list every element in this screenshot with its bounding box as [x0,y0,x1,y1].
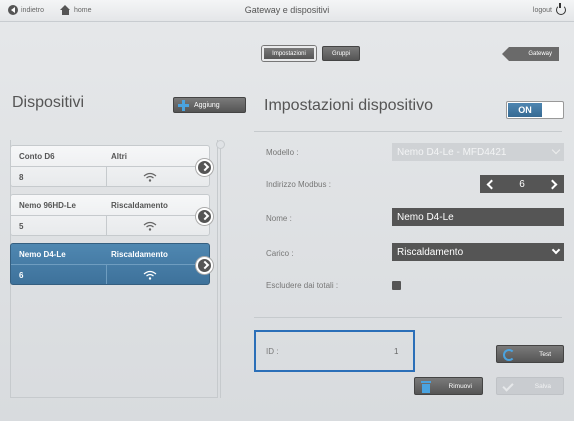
divider [254,317,562,318]
check-icon [502,380,514,392]
name-label: Nome : [266,214,292,223]
device-row-header: Conto D6 Altri [11,146,209,167]
logout-button[interactable]: logout [532,3,566,15]
name-value: Nemo D4-Le [397,211,454,223]
wifi-icon [143,172,157,182]
load-select[interactable]: Riscaldamento [392,243,564,261]
device-address: 8 [19,173,24,182]
device-name: Nemo 96HD-Le [19,201,76,210]
chevron-down-icon [551,245,561,255]
device-row-info: 8 [11,167,209,188]
remove-label: Rimuovi [448,382,472,390]
chevron-down-icon [551,145,561,155]
device-row-header: Nemo D4-Le Riscaldamento [11,244,209,265]
chevron-right-icon[interactable] [196,208,213,225]
divider [254,131,562,132]
device-row-header: Nemo 96HD-Le Riscaldamento [11,195,209,216]
save-button[interactable]: Salva [496,377,564,395]
modbus-stepper[interactable]: 6 [480,175,564,193]
chevron-right-icon[interactable] [196,159,213,176]
model-value: Nemo D4-Le - MFD4421 [397,146,507,158]
save-label: Salva [534,382,551,390]
modbus-value: 6 [519,179,525,190]
list-scrollbar-thumb[interactable] [216,140,225,149]
exclude-checkbox[interactable] [392,281,401,290]
device-address: 6 [19,271,24,280]
id-value: 1 [394,347,399,356]
device-row-info: 5 [11,216,209,237]
page-title: Gateway e dispositivi [244,5,330,15]
trash-icon [421,381,431,393]
chevron-right-icon[interactable] [196,257,213,274]
load-label: Carico : [266,249,294,258]
remove-button[interactable]: Rimuovi [414,377,483,395]
enabled-toggle[interactable]: ON [506,101,564,119]
wifi-icon [143,221,157,231]
add-device-label: Aggiung [194,101,220,109]
device-row-info: 6 [11,265,209,286]
gateway-button[interactable]: Gateway [502,47,559,61]
tab-gruppi[interactable]: Gruppi [322,46,360,61]
add-device-button[interactable]: Aggiung [173,97,246,113]
increment-button[interactable] [544,175,564,193]
wifi-icon [143,270,157,280]
id-label: ID : [266,347,279,356]
device-name: Conto D6 [19,152,55,161]
exclude-label: Escludere dai totali : [266,281,339,290]
model-select[interactable]: Nemo D4-Le - MFD4421 [392,143,564,161]
devices-title: Dispositivi [12,94,85,111]
device-item-conto-d6[interactable]: Conto D6 Altri 8 [10,145,213,188]
panel-title: Impostazioni dispositivo [264,97,433,114]
logout-label: logout [532,6,552,14]
device-item-nemo-96hd-le[interactable]: Nemo 96HD-Le Riscaldamento 5 [10,194,213,237]
device-address: 5 [19,222,24,231]
model-label: Modello : [266,148,299,157]
tab-impostazioni[interactable]: Impostazioni [262,46,316,61]
plus-icon [178,100,189,111]
device-category: Altri [111,152,127,161]
test-button[interactable]: Test [496,345,564,363]
power-icon [556,3,566,15]
toggle-label: ON [508,103,542,117]
top-bar: indietro home Gateway e dispositivi logo… [0,0,574,22]
device-category: Riscaldamento [111,201,168,210]
device-item-nemo-d4-le[interactable]: Nemo D4-Le Riscaldamento 6 [10,243,213,286]
load-value: Riscaldamento [397,246,464,258]
device-name: Nemo D4-Le [19,250,66,259]
name-input[interactable]: Nemo D4-Le [392,208,564,226]
decrement-button[interactable] [480,175,500,193]
test-label: Test [539,350,551,358]
device-category: Riscaldamento [111,250,168,259]
modbus-label: Indirizzo Modbus : [266,180,331,189]
list-scrollbar-track[interactable] [220,146,221,398]
refresh-icon [503,349,515,361]
